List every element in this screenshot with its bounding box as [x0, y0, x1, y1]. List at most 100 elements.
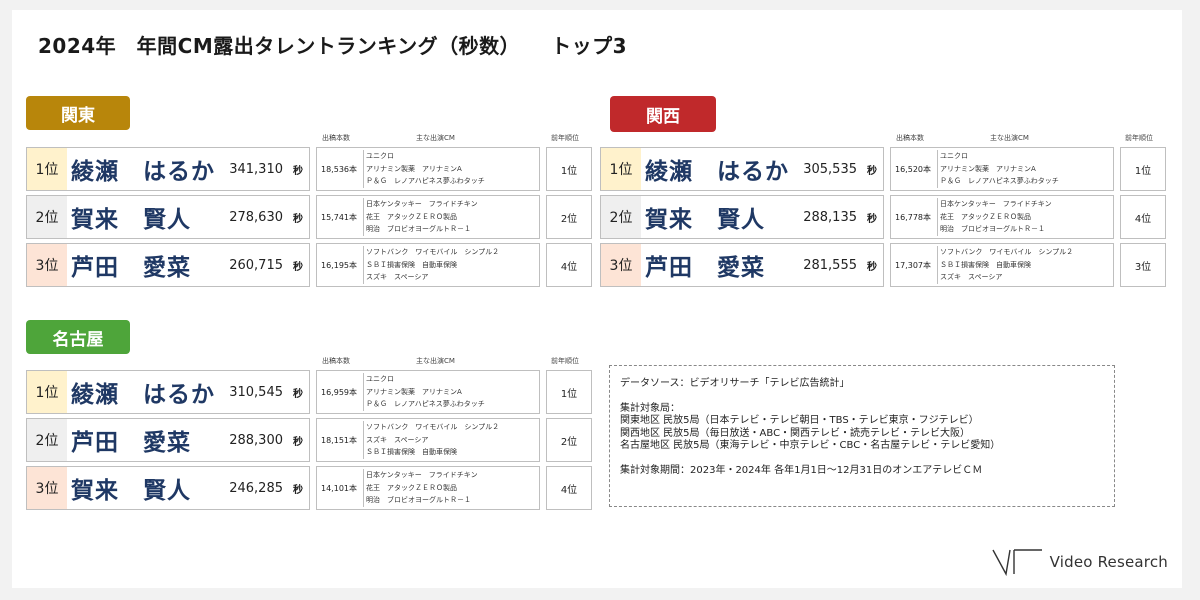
- note-nagoya-stations: 名古屋地区 民放5局（東海テレビ・中京テレビ・CBC・名古屋テレビ・テレビ愛知）: [620, 440, 1001, 451]
- note-period: 集計対象期間：2023年・2024年 各年1月1日～12月31日のオンエアテレビ…: [620, 464, 983, 476]
- cm-box: 16,959本 ユニクロ アリナミン製薬 アリナミンA Ｐ＆Ｇ レノアハピネス夢ふわタ…: [316, 370, 540, 414]
- previous-rank: 1位: [546, 370, 592, 414]
- ranking-row: 1位 綾瀬 はるか 305,535 秒 16,520本 ユニクロ アリナミン製薬 アリナミン…: [600, 147, 1166, 191]
- header-cm: 主な出演CM: [416, 134, 455, 142]
- rank-label: 3位: [601, 244, 641, 286]
- ranking-card: 2024年 年間CM露出タレントランキング（秒数） トップ3 関東 出稿本数 主…: [12, 10, 1182, 588]
- talent-box: 1位 綾瀬 はるか 341,310 秒: [26, 147, 310, 191]
- rank-label: 1位: [27, 148, 67, 190]
- talent-box: 1位 綾瀬 はるか 310,545 秒: [26, 370, 310, 414]
- talent-name: 芦田 愛菜: [71, 430, 191, 456]
- cm-item: アリナミン製薬 アリナミンA: [940, 164, 1036, 173]
- cm-box: 15,741本 日本ケンタッキー フライドチキン 花王 アタックＺＥＲＯ製品 明治 ブ…: [316, 195, 540, 239]
- header-count: 出稿本数: [322, 357, 350, 365]
- cm-item: 明治 ブロビオヨーグルトＲ－１: [366, 496, 471, 504]
- note-kanto-stations: 関東地区 民放5局（日本テレビ・テレビ朝日・TBS・テレビ東京・フジテレビ）: [620, 415, 979, 426]
- seconds-unit: 秒: [293, 436, 303, 448]
- talent-box: 3位 芦田 愛菜 281,555 秒: [600, 243, 884, 287]
- ranking-row: 1位 綾瀬 はるか 341,310 秒 18,536本 ユニクロ アリナミン製薬 アリナミン…: [26, 147, 592, 191]
- cm-item: アリナミン製薬 アリナミンA: [366, 387, 462, 396]
- seconds-value: 341,310: [229, 161, 283, 177]
- cm-item: ユニクロ: [366, 375, 394, 383]
- airing-count: 16,520本: [895, 164, 931, 174]
- cm-item: スズキ スペーシア: [366, 273, 429, 281]
- cm-item: ソフトバンク ワイモバイル シンプル２: [366, 423, 500, 431]
- cm-item: ＳＢＩ損害保険 自動車保険: [366, 448, 457, 456]
- cm-item: スズキ スペーシア: [940, 273, 1003, 281]
- ranking-row: 3位 芦田 愛菜 260,715 秒 16,195本 ソフトバンク ワイモバイル シンプル…: [26, 243, 592, 287]
- header-cm: 主な出演CM: [416, 357, 455, 365]
- cm-item: 日本ケンタッキー フライドチキン: [366, 471, 478, 479]
- ranking-row: 3位 賀来 賢人 246,285 秒 14,101本 日本ケンタッキー フライドチキン 花王…: [26, 466, 592, 510]
- region-badge-kansai: 関西: [610, 96, 716, 132]
- cm-item: スズキ スペーシア: [366, 435, 429, 444]
- cm-box: 16,195本 ソフトバンク ワイモバイル シンプル２ ＳＢＩ損害保険 自動車保険ス…: [316, 243, 540, 287]
- airing-count: 18,536本: [321, 164, 357, 174]
- talent-box: 3位 賀来 賢人 246,285 秒: [26, 466, 310, 510]
- seconds-unit: 秒: [867, 165, 877, 177]
- header-prev: 前年順位: [1125, 134, 1153, 142]
- cm-item: ソフトバンク ワイモバイル シンプル２: [366, 248, 500, 256]
- seconds-value: 246,285: [229, 480, 283, 496]
- seconds-value: 310,545: [229, 384, 283, 400]
- cm-list: ユニクロアリナミン製薬 アリナミンA Ｐ＆Ｇ レノアハピネス夢ふわタッチ: [937, 150, 1114, 188]
- previous-rank: 2位: [546, 418, 592, 462]
- talent-name: 綾瀬 はるか: [71, 382, 215, 408]
- seconds-value: 278,630: [229, 209, 283, 225]
- previous-rank: 4位: [1120, 195, 1166, 239]
- airing-count: 16,959本: [321, 387, 357, 397]
- video-research-logo-icon: [991, 549, 1042, 576]
- seconds-value: 305,535: [803, 161, 857, 177]
- page-title: 2024年 年間CM露出タレントランキング（秒数） トップ3: [38, 34, 628, 58]
- cm-item: 花王 アタックＺＥＲＯ製品: [366, 212, 457, 221]
- seconds-value: 260,715: [229, 257, 283, 273]
- cm-item: ＳＢＩ損害保険 自動車保険: [940, 260, 1031, 269]
- cm-item: 花王 アタックＺＥＲＯ製品: [366, 483, 457, 492]
- header-prev: 前年順位: [551, 134, 579, 142]
- seconds-unit: 秒: [867, 261, 877, 273]
- talent-name: 賀来 賢人: [71, 478, 191, 504]
- logo-text: Video Research: [1049, 553, 1168, 571]
- airing-count: 17,307本: [895, 260, 931, 270]
- note-source: データソース：ビデオリサーチ「テレビ広告統計」: [620, 378, 850, 389]
- header-count: 出稿本数: [896, 134, 924, 142]
- talent-box: 2位 賀来 賢人 278,630 秒: [26, 195, 310, 239]
- talent-box: 1位 綾瀬 はるか 305,535 秒: [600, 147, 884, 191]
- cm-list: ソフトバンク ワイモバイル シンプル２ スズキ スペーシア ＳＢＩ損害保険 自動車保…: [363, 421, 540, 459]
- note-kansai-stations: 関西地区 民放5局（毎日放送・ABC・関西テレビ・読売テレビ・テレビ大阪）: [620, 427, 971, 439]
- data-source-note: データソース：ビデオリサーチ「テレビ広告統計」 集計対象局： 関東地区 民放5局…: [609, 365, 1115, 507]
- seconds-unit: 秒: [293, 213, 303, 225]
- ranking-row: 2位 芦田 愛菜 288,300 秒 18,151本 ソフトバンク ワイモバイル シンプル…: [26, 418, 592, 462]
- cm-list: ユニクロ アリナミン製薬 アリナミンA Ｐ＆Ｇ レノアハピネス夢ふわタッチ: [363, 373, 540, 411]
- cm-item: Ｐ＆Ｇ レノアハピネス夢ふわタッチ: [940, 177, 1059, 185]
- cm-item: Ｐ＆Ｇ レノアハピネス夢ふわタッチ: [366, 177, 485, 185]
- cm-box: 14,101本 日本ケンタッキー フライドチキン 花王 アタックＺＥＲＯ製品 明治 ブ…: [316, 466, 540, 510]
- airing-count: 16,778本: [895, 212, 931, 222]
- rank-label: 2位: [601, 196, 641, 238]
- airing-count: 14,101本: [321, 483, 357, 493]
- seconds-unit: 秒: [293, 261, 303, 273]
- ranking-row: 2位 賀来 賢人 278,630 秒 15,741本 日本ケンタッキー フライドチキン 花王…: [26, 195, 592, 239]
- previous-rank: 4位: [546, 243, 592, 287]
- cm-box: 17,307本 ソフトバンク ワイモバイル シンプル２ ＳＢＩ損害保険 自動車保険ス…: [890, 243, 1114, 287]
- header-prev: 前年順位: [551, 357, 579, 365]
- talent-box: 2位 芦田 愛菜 288,300 秒: [26, 418, 310, 462]
- cm-list: 日本ケンタッキー フライドチキン 花王 アタックＺＥＲＯ製品明治 ブロビオヨーグル…: [363, 469, 540, 507]
- airing-count: 16,195本: [321, 260, 357, 270]
- seconds-value: 288,300: [229, 432, 283, 448]
- region-badge-kanto: 関東: [26, 96, 130, 130]
- rank-label: 3位: [27, 244, 67, 286]
- cm-list: 日本ケンタッキー フライドチキン 花王 アタックＺＥＲＯ製品 明治 ブロビオヨーグル…: [937, 198, 1114, 236]
- rank-label: 2位: [27, 196, 67, 238]
- region-badge-nagoya: 名古屋: [26, 320, 130, 354]
- airing-count: 18,151本: [321, 435, 357, 445]
- rank-label: 1位: [601, 148, 641, 190]
- talent-name: 賀来 賢人: [71, 207, 191, 233]
- header-count: 出稿本数: [322, 134, 350, 142]
- cm-box: 18,151本 ソフトバンク ワイモバイル シンプル２ スズキ スペーシア ＳＢＩ損害…: [316, 418, 540, 462]
- ranking-row: 3位 芦田 愛菜 281,555 秒 17,307本 ソフトバンク ワイモバイル シンプル…: [600, 243, 1166, 287]
- talent-box: 2位 賀来 賢人 288,135 秒: [600, 195, 884, 239]
- cm-item: ユニクロ: [940, 152, 968, 160]
- previous-rank: 2位: [546, 195, 592, 239]
- rank-label: 2位: [27, 419, 67, 461]
